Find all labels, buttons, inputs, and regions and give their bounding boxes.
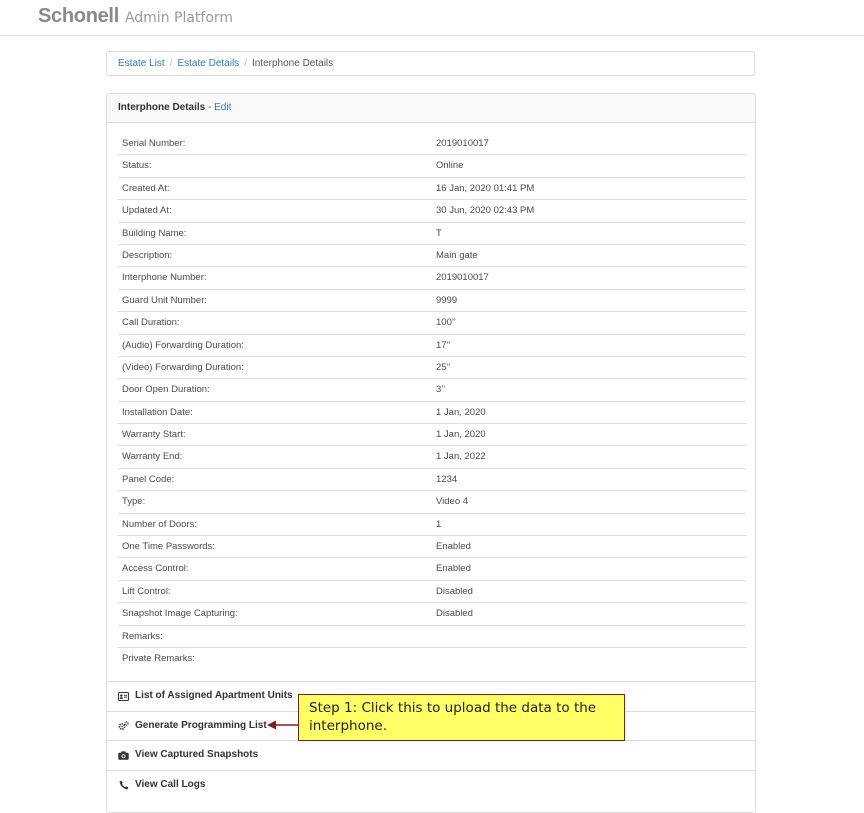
detail-row: Installation Date: 1 Jan, 2020 [118, 402, 746, 425]
camera-icon [118, 750, 129, 761]
detail-row: Call Duration: 100’’ [118, 312, 746, 335]
detail-label: Lift Control: [122, 585, 171, 597]
detail-label: Interphone Number: [122, 272, 207, 284]
detail-label: Status: [122, 160, 152, 172]
detail-value: 1 Jan, 2020 [436, 406, 486, 418]
detail-label: Private Remarks: [122, 652, 195, 664]
breadcrumb: Estate List / Estate Details / Interphone De… [106, 51, 755, 76]
breadcrumb-estate-details[interactable]: Estate Details [177, 58, 239, 69]
detail-value: 16 Jan, 2020 01:41 PM [436, 182, 535, 194]
detail-row: Description: Main gate [118, 245, 746, 268]
detail-row: Number of Doors: 1 [118, 514, 746, 537]
breadcrumb-separator: / [169, 58, 173, 69]
action-view-call-logs[interactable]: View Call Logs [107, 769, 755, 799]
detail-label: Type: [122, 496, 146, 508]
detail-label: Snapshot Image Capturing: [122, 608, 238, 620]
detail-value: Disabled [436, 608, 473, 620]
logo-subtitle: Admin Platform [124, 10, 234, 26]
detail-value: 25’’ [436, 361, 451, 373]
detail-row: Guard Unit Number: 9999 [118, 290, 746, 313]
detail-row: Updated At: 30 Jun, 2020 02:43 PM [118, 200, 746, 223]
action-label: Generate Programming List [135, 719, 267, 731]
detail-label: Call Duration: [122, 317, 180, 329]
breadcrumb-current: Interphone Details [251, 58, 334, 69]
detail-value: 1 Jan, 2022 [436, 451, 486, 463]
edit-link[interactable]: Edit [214, 102, 231, 113]
detail-label: (Audio) Forwarding Duration: [122, 339, 244, 351]
panel-title: Interphone Details [118, 102, 206, 113]
detail-label: Panel Code: [122, 473, 175, 485]
detail-value: 1 Jan, 2020 [436, 429, 486, 441]
detail-value: Enabled [436, 541, 471, 553]
id-card-icon [118, 691, 129, 702]
detail-label: Building Name: [122, 227, 187, 239]
detail-row: Status: Online [118, 155, 746, 178]
detail-row: Building Name: T [118, 223, 746, 245]
action-label: List of Assigned Apartment Units [135, 690, 293, 702]
callout-arrow [267, 720, 299, 730]
detail-label: (Video) Forwarding Duration: [122, 361, 244, 373]
detail-row: (Video) Forwarding Duration: 25’’ [118, 357, 746, 380]
details-table: Serial Number: 2019010017 Status: Online Cre… [118, 133, 746, 670]
detail-row: Door Open Duration: 3’’ [118, 379, 746, 402]
detail-row: Interphone Number: 2019010017 [118, 267, 746, 290]
detail-row: One Time Passwords: Enabled [118, 536, 746, 559]
detail-label: Access Control: [122, 563, 189, 575]
detail-label: Created At: [122, 182, 170, 194]
detail-value: 100’’ [436, 317, 456, 329]
detail-value: 1 [436, 518, 442, 530]
action-view-captured-snapshots[interactable]: View Captured Snapshots [107, 740, 755, 770]
instruction-callout: Step 1: Click this to upload the data to… [298, 694, 625, 741]
detail-label: Warranty End: [122, 451, 183, 463]
phone-icon [118, 779, 129, 790]
detail-label: Serial Number: [122, 138, 186, 149]
breadcrumb-estate-list[interactable]: Estate List [118, 58, 165, 69]
detail-value: Disabled [436, 585, 473, 597]
detail-label: Remarks: [122, 630, 163, 642]
detail-row: Remarks: [118, 626, 746, 648]
detail-value: 2019010017 [436, 272, 489, 284]
detail-value: Online [436, 160, 464, 172]
detail-label: One Time Passwords: [122, 541, 215, 553]
detail-row: (Audio) Forwarding Duration: 17’’ [118, 335, 746, 357]
detail-value: 17’’ [436, 339, 451, 351]
detail-row: Serial Number: 2019010017 [118, 133, 746, 156]
detail-row: Private Remarks: [118, 648, 746, 670]
detail-row: Created At: 16 Jan, 2020 01:41 PM [118, 178, 746, 201]
action-label: View Call Logs [135, 778, 206, 790]
detail-value: 9999 [436, 294, 458, 306]
detail-label: Door Open Duration: [122, 384, 210, 396]
detail-label: Updated At: [122, 205, 172, 217]
detail-label: Description: [122, 249, 173, 261]
callout-text: Step 1: Click this to upload the data to… [309, 700, 597, 734]
detail-label: Guard Unit Number: [122, 294, 208, 306]
gears-icon [118, 720, 129, 731]
detail-row: Warranty Start: 1 Jan, 2020 [118, 424, 746, 447]
breadcrumb-separator: / [244, 58, 247, 69]
detail-row: Snapshot Image Capturing: Disabled [118, 603, 746, 626]
detail-value: 2019010017 [436, 138, 489, 149]
top-bar: Schonell Admin Platform [0, 0, 864, 36]
title-separator: - [205, 102, 215, 113]
detail-row: Access Control: Enabled [118, 558, 746, 581]
detail-label: Installation Date: [122, 406, 193, 418]
detail-value: Main gate [436, 249, 478, 261]
action-label: View Captured Snapshots [135, 749, 259, 761]
detail-value: Video 4 [436, 496, 469, 508]
panel-heading: Interphone Details - Edit [107, 94, 755, 123]
detail-value: 1234 [436, 473, 458, 485]
detail-value: Enabled [436, 563, 471, 575]
detail-value: T [436, 227, 442, 239]
app-logo[interactable]: Schonell Admin Platform [38, 5, 233, 31]
detail-value: 30 Jun, 2020 02:43 PM [436, 205, 535, 217]
detail-label: Number of Doors: [122, 518, 197, 530]
detail-row: Type: Video 4 [118, 491, 746, 514]
detail-label: Warranty Start: [122, 429, 186, 441]
detail-value: 3’’ [436, 384, 446, 396]
logo-brand: Schonell [38, 5, 119, 27]
detail-row: Warranty End: 1 Jan, 2022 [118, 446, 746, 469]
detail-row: Lift Control: Disabled [118, 581, 746, 604]
detail-row: Panel Code: 1234 [118, 469, 746, 492]
